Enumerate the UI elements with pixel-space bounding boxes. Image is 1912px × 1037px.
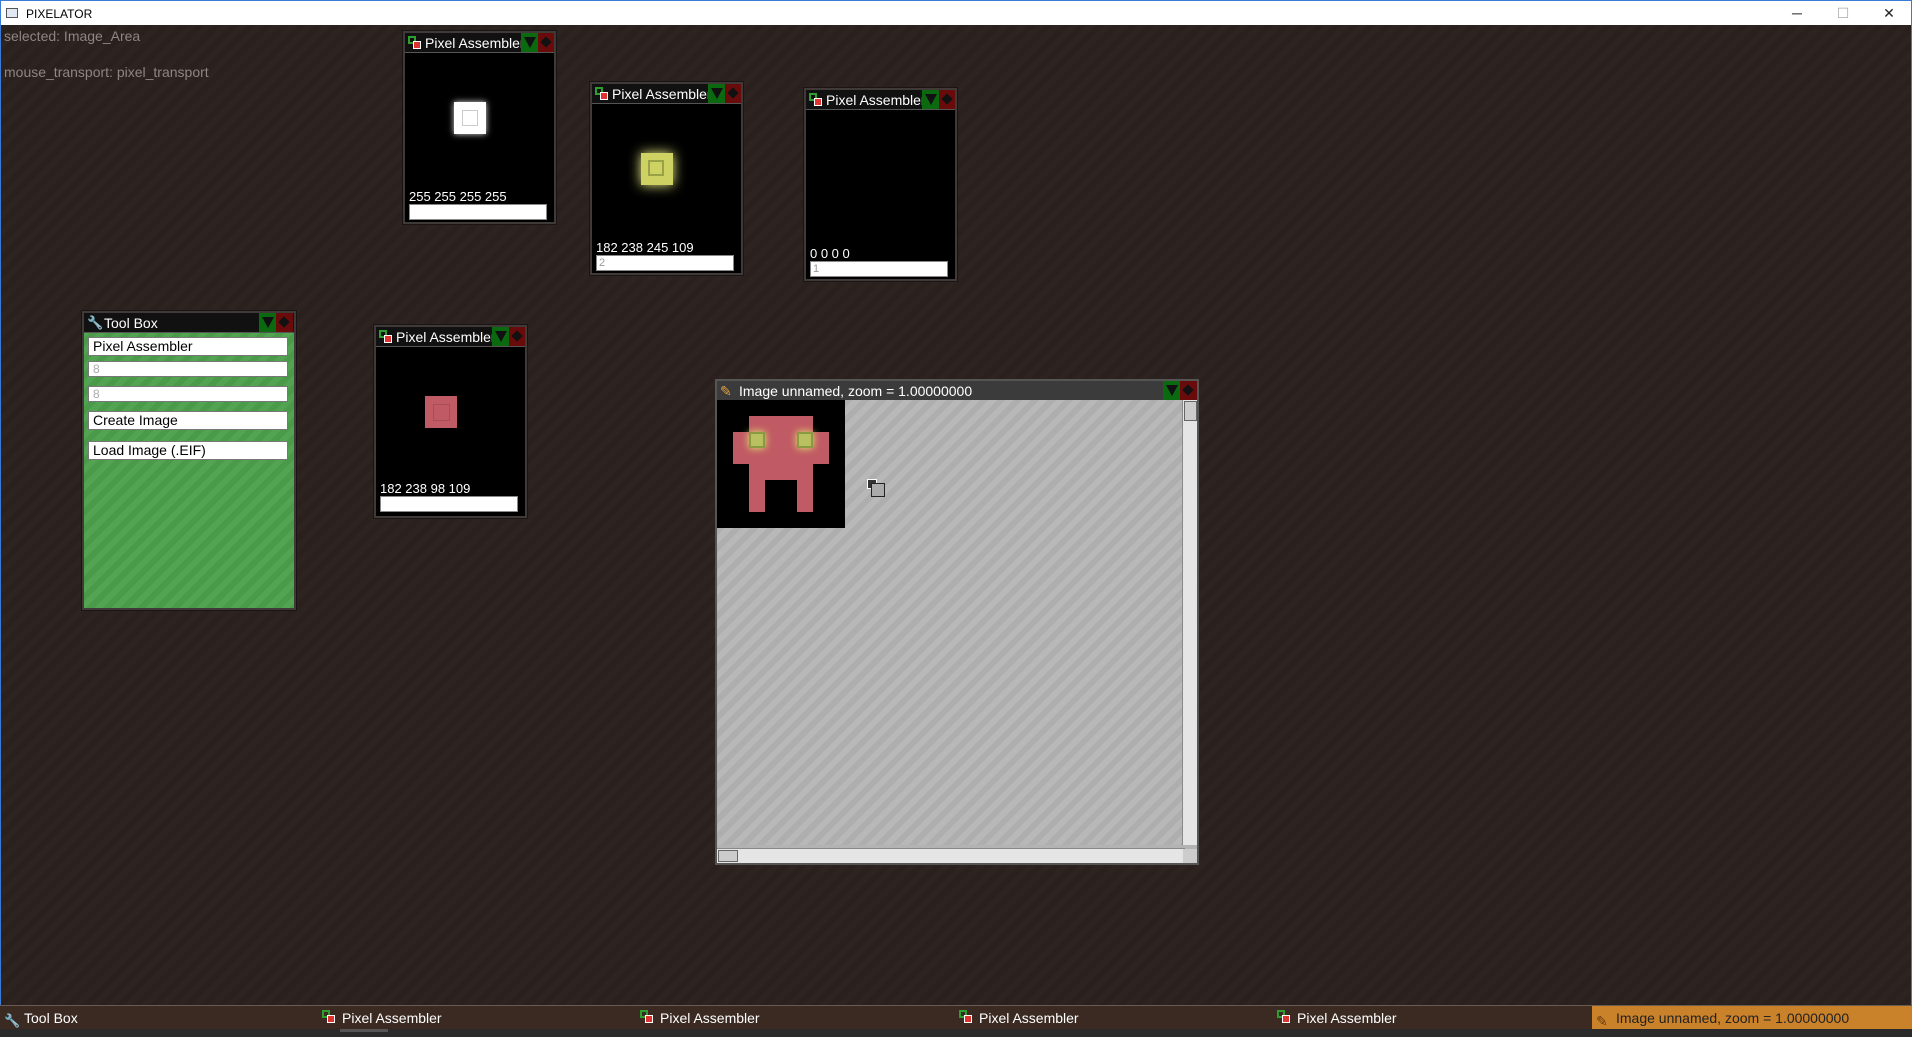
minimize-panel-icon[interactable]: [492, 327, 509, 346]
color-swatch: [425, 396, 457, 428]
color-swatch: [641, 153, 673, 185]
color-swatch: [454, 102, 486, 134]
height-input[interactable]: 8: [88, 386, 288, 402]
create-image-button[interactable]: Create Image: [88, 411, 288, 430]
rgba-value: 182 238 98 109: [380, 481, 471, 496]
panel-title: Pixel Assembler: [612, 86, 712, 102]
panel-title: Pixel Assembler: [425, 35, 525, 51]
rgba-value: 0 0 0 0: [810, 246, 850, 261]
close-panel-icon[interactable]: [725, 84, 741, 103]
panel-title: Image unnamed, zoom = 1.00000000: [739, 383, 973, 399]
pixel-assembler-icon: [809, 93, 823, 107]
close-panel-icon[interactable]: [538, 33, 554, 52]
minimize-panel-icon[interactable]: [708, 84, 725, 103]
panel-header[interactable]: Pixel Assembler: [592, 84, 741, 104]
minimize-panel-icon[interactable]: [1163, 381, 1180, 400]
cursor-icon: [867, 479, 885, 497]
pixel-assembler-button[interactable]: Pixel Assembler: [88, 337, 288, 356]
pixel-assembler-icon: [640, 1010, 654, 1024]
panel-header[interactable]: ✎ Image unnamed, zoom = 1.00000000: [717, 381, 1197, 401]
close-panel-icon[interactable]: [1180, 381, 1197, 400]
pixel-input[interactable]: [409, 204, 547, 220]
app-title: PIXELATOR: [26, 7, 93, 21]
panel-header[interactable]: Pixel Assembler: [405, 33, 554, 53]
panel-title: Pixel Assembler: [826, 92, 926, 108]
taskbar-item-image-area[interactable]: ✎ Image unnamed, zoom = 1.00000000: [1592, 1006, 1912, 1030]
os-bottom-edge: [0, 1029, 1912, 1037]
panel-title: Pixel Assembler: [396, 329, 496, 345]
pixel-assembler-icon: [322, 1010, 336, 1024]
minimize-panel-icon[interactable]: [521, 33, 538, 52]
minimize-panel-icon[interactable]: [259, 313, 276, 332]
pixel-art-image[interactable]: [717, 400, 845, 528]
maximize-button[interactable]: ☐: [1820, 1, 1866, 26]
selected-status: selected: Image_Area: [4, 28, 141, 44]
taskbar-item-pixel-assembler[interactable]: Pixel Assembler: [636, 1006, 954, 1030]
taskbar-item-pixel-assembler[interactable]: Pixel Assembler: [318, 1006, 636, 1030]
panel-header[interactable]: Pixel Assembler: [806, 90, 955, 110]
wrench-icon: 🔧: [4, 1013, 21, 1028]
resize-grip-icon[interactable]: [1183, 849, 1197, 863]
width-input[interactable]: 8: [88, 361, 288, 377]
pixel-assembler-icon: [408, 36, 422, 50]
pixel-input[interactable]: 2: [596, 255, 734, 271]
pixel-assembler-panel[interactable]: Pixel Assembler 182 238 245 109 2: [590, 82, 743, 275]
os-titlebar: PIXELATOR ─ ☐ ✕: [0, 0, 1912, 25]
vertical-scrollbar[interactable]: [1182, 400, 1197, 845]
toolbox-panel[interactable]: 🔧 Tool Box Pixel Assembler 8 8 Create Im…: [82, 311, 296, 610]
taskbar: 🔧 Tool Box Pixel Assembler Pixel Assembl…: [0, 1005, 1912, 1030]
close-window-button[interactable]: ✕: [1866, 1, 1912, 26]
rgba-value: 182 238 245 109: [596, 240, 694, 255]
pixel-assembler-panel[interactable]: Pixel Assembler 0 0 0 0 1: [804, 88, 957, 281]
minimize-panel-icon[interactable]: [922, 90, 939, 109]
pixel-assembler-icon: [595, 87, 609, 101]
close-panel-icon[interactable]: [276, 313, 293, 332]
pixel-input[interactable]: 1: [810, 261, 948, 277]
taskbar-item-pixel-assembler[interactable]: Pixel Assembler: [955, 1006, 1273, 1030]
horizontal-scrollbar[interactable]: [717, 848, 1185, 863]
minimize-button[interactable]: ─: [1774, 1, 1820, 26]
rgba-value: 255 255 255 255: [409, 189, 507, 204]
load-image-button[interactable]: Load Image (.EIF): [88, 441, 288, 460]
workspace[interactable]: selected: Image_Area mouse_transport: pi…: [0, 25, 1912, 1005]
taskbar-item-toolbox[interactable]: 🔧 Tool Box: [0, 1006, 318, 1030]
mouse-transport-status: mouse_transport: pixel_transport: [4, 64, 209, 80]
pixel-assembler-panel[interactable]: Pixel Assembler 255 255 255 255: [403, 31, 556, 224]
image-area-panel[interactable]: ✎ Image unnamed, zoom = 1.00000000: [715, 379, 1199, 865]
panel-title: Tool Box: [104, 315, 158, 331]
pencil-icon: ✎: [1596, 1013, 1608, 1029]
pencil-icon: ✎: [720, 383, 732, 399]
panel-header[interactable]: Pixel Assembler: [376, 327, 525, 347]
app-icon: [6, 8, 18, 18]
close-panel-icon[interactable]: [939, 90, 955, 109]
pixel-input[interactable]: [380, 496, 518, 512]
wrench-icon: 🔧: [87, 315, 104, 330]
close-panel-icon[interactable]: [509, 327, 525, 346]
taskbar-item-pixel-assembler[interactable]: Pixel Assembler: [1273, 1006, 1591, 1030]
pixel-assembler-panel[interactable]: Pixel Assembler 182 238 98 109: [374, 325, 527, 518]
pixel-assembler-icon: [1277, 1010, 1291, 1024]
panel-header[interactable]: 🔧 Tool Box: [84, 313, 294, 333]
pixel-assembler-icon: [959, 1010, 973, 1024]
pixel-assembler-icon: [379, 330, 393, 344]
